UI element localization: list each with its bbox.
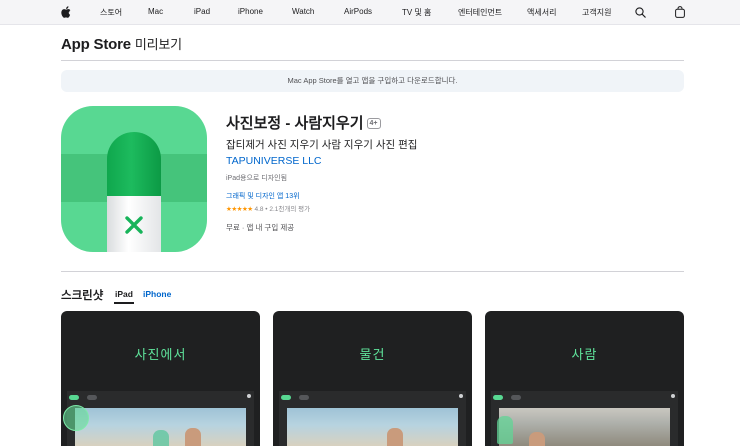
mini-dot (459, 394, 463, 398)
nav-tv-home[interactable]: TV 및 홈 (402, 7, 431, 18)
mini-dot (671, 394, 675, 398)
screenshot-2[interactable]: 물건 (273, 311, 472, 446)
section-divider (61, 271, 684, 272)
nav-ipad[interactable]: iPad (194, 7, 210, 16)
screenshot-photo (75, 408, 246, 446)
app-store-subnav: App Store 미리보기 (61, 34, 684, 61)
category-rank-link[interactable]: 그래픽 및 디자인 앱 13위 (226, 191, 300, 201)
global-nav: 스토어 Mac iPad iPhone Watch AirPods TV 및 홈… (0, 0, 740, 25)
bag-icon[interactable] (675, 6, 685, 18)
eraser-brush-circle (63, 405, 89, 431)
nav-airpods[interactable]: AirPods (344, 7, 372, 16)
screenshot-caption: 물건 (359, 347, 386, 362)
screenshots-heading: 스크린샷 (61, 290, 104, 302)
screenshot-photo (497, 408, 670, 446)
apple-logo[interactable] (61, 6, 71, 18)
screenshot-1[interactable]: 사진에서 (61, 311, 260, 446)
preview-text: 미리보기 (134, 37, 182, 52)
nav-watch[interactable]: Watch (292, 7, 314, 16)
app-title-text: 사진보정 - 사람지우기 (226, 115, 364, 132)
app-store-title[interactable]: App Store 미리보기 (61, 36, 182, 53)
rating-text: 4.8 • 2.1천개의 평가 (254, 206, 311, 213)
mini-tool (69, 395, 79, 400)
mini-dot (247, 394, 251, 398)
nav-accessories[interactable]: 액세서리 (527, 7, 556, 18)
mini-tool (493, 395, 503, 400)
mac-app-store-notice: Mac App Store를 열고 앱을 구입하고 다운로드합니다. (61, 70, 684, 92)
mini-tool (299, 395, 309, 400)
person-figure (529, 432, 545, 446)
screenshot-preview (279, 391, 466, 446)
tab-iphone[interactable]: iPhone (143, 289, 171, 299)
screenshot-caption: 사진에서 (134, 347, 187, 362)
app-subtitle: 잡티제거 사진 지우기 사람 지우기 사진 편집 (226, 139, 418, 151)
nav-store[interactable]: 스토어 (100, 7, 122, 18)
person-figure (153, 430, 169, 446)
person-figure (497, 416, 513, 444)
nav-support[interactable]: 고객지원 (582, 7, 611, 18)
nav-mac[interactable]: Mac (148, 7, 163, 16)
app-title: 사진보정 - 사람지우기 4+ (226, 112, 381, 133)
age-rating-badge: 4+ (366, 118, 381, 129)
brand-text: App Store (61, 36, 131, 53)
nav-entertainment[interactable]: 엔터테인먼트 (458, 7, 502, 18)
eraser-cap (107, 132, 161, 196)
screenshot-preview (63, 391, 254, 446)
tab-ipad[interactable]: iPad (114, 289, 134, 304)
rating-summary: ★★★★★ 4.8 • 2.1천개의 평가 (226, 203, 310, 213)
mini-tool (281, 395, 291, 400)
screenshot-photo (287, 408, 458, 446)
developer-link[interactable]: TAPUNIVERSE LLC (226, 155, 322, 167)
star-rating-icon: ★★★★★ (226, 206, 253, 213)
nav-iphone[interactable]: iPhone (238, 7, 263, 16)
x-mark-icon (125, 216, 143, 234)
search-icon[interactable] (635, 7, 646, 18)
designed-for-label: iPad용으로 디자인됨 (226, 175, 288, 182)
mini-tool (511, 395, 521, 400)
person-figure (185, 428, 201, 446)
app-icon (61, 106, 207, 252)
eraser-icon (107, 132, 161, 252)
person-figure (387, 428, 403, 446)
screenshot-preview (491, 391, 678, 446)
mini-tool (87, 395, 97, 400)
price-label: 무료 · 앱 내 구입 제공 (226, 223, 295, 232)
screenshot-caption: 사람 (571, 347, 598, 362)
screenshot-3[interactable]: 사람 (485, 311, 684, 446)
